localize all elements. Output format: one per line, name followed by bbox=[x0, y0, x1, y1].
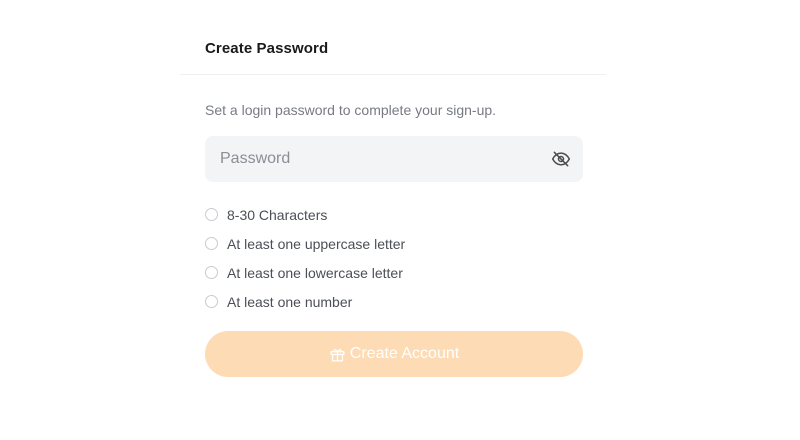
rule-item: At least one uppercase letter bbox=[205, 229, 583, 258]
password-field-wrapper bbox=[205, 136, 583, 182]
rule-label: At least one lowercase letter bbox=[227, 264, 403, 281]
card-body: Set a login password to complete your si… bbox=[180, 101, 606, 377]
create-account-button[interactable]: Create Account bbox=[205, 331, 583, 377]
rule-status-circle-icon bbox=[205, 266, 218, 279]
gift-icon bbox=[329, 346, 346, 363]
create-password-card: Create Password Set a login password to … bbox=[180, 22, 606, 377]
create-account-label: Create Account bbox=[349, 345, 460, 362]
rule-item: At least one lowercase letter bbox=[205, 258, 583, 287]
eye-off-icon[interactable] bbox=[551, 149, 571, 169]
page-title: Create Password bbox=[205, 40, 329, 57]
rule-status-circle-icon bbox=[205, 237, 218, 250]
password-rules-list: 8-30 Characters At least one uppercase l… bbox=[205, 200, 583, 316]
rule-status-circle-icon bbox=[205, 295, 218, 308]
rule-label: At least one uppercase letter bbox=[227, 235, 406, 252]
rule-label: 8-30 Characters bbox=[227, 206, 328, 223]
password-input[interactable] bbox=[205, 136, 525, 182]
rule-item: 8-30 Characters bbox=[205, 200, 583, 229]
subtitle: Set a login password to complete your si… bbox=[205, 102, 497, 118]
card-header: Create Password bbox=[180, 22, 606, 75]
rule-status-circle-icon bbox=[205, 208, 218, 221]
rule-item: At least one number bbox=[205, 287, 583, 316]
rule-label: At least one number bbox=[227, 293, 353, 310]
